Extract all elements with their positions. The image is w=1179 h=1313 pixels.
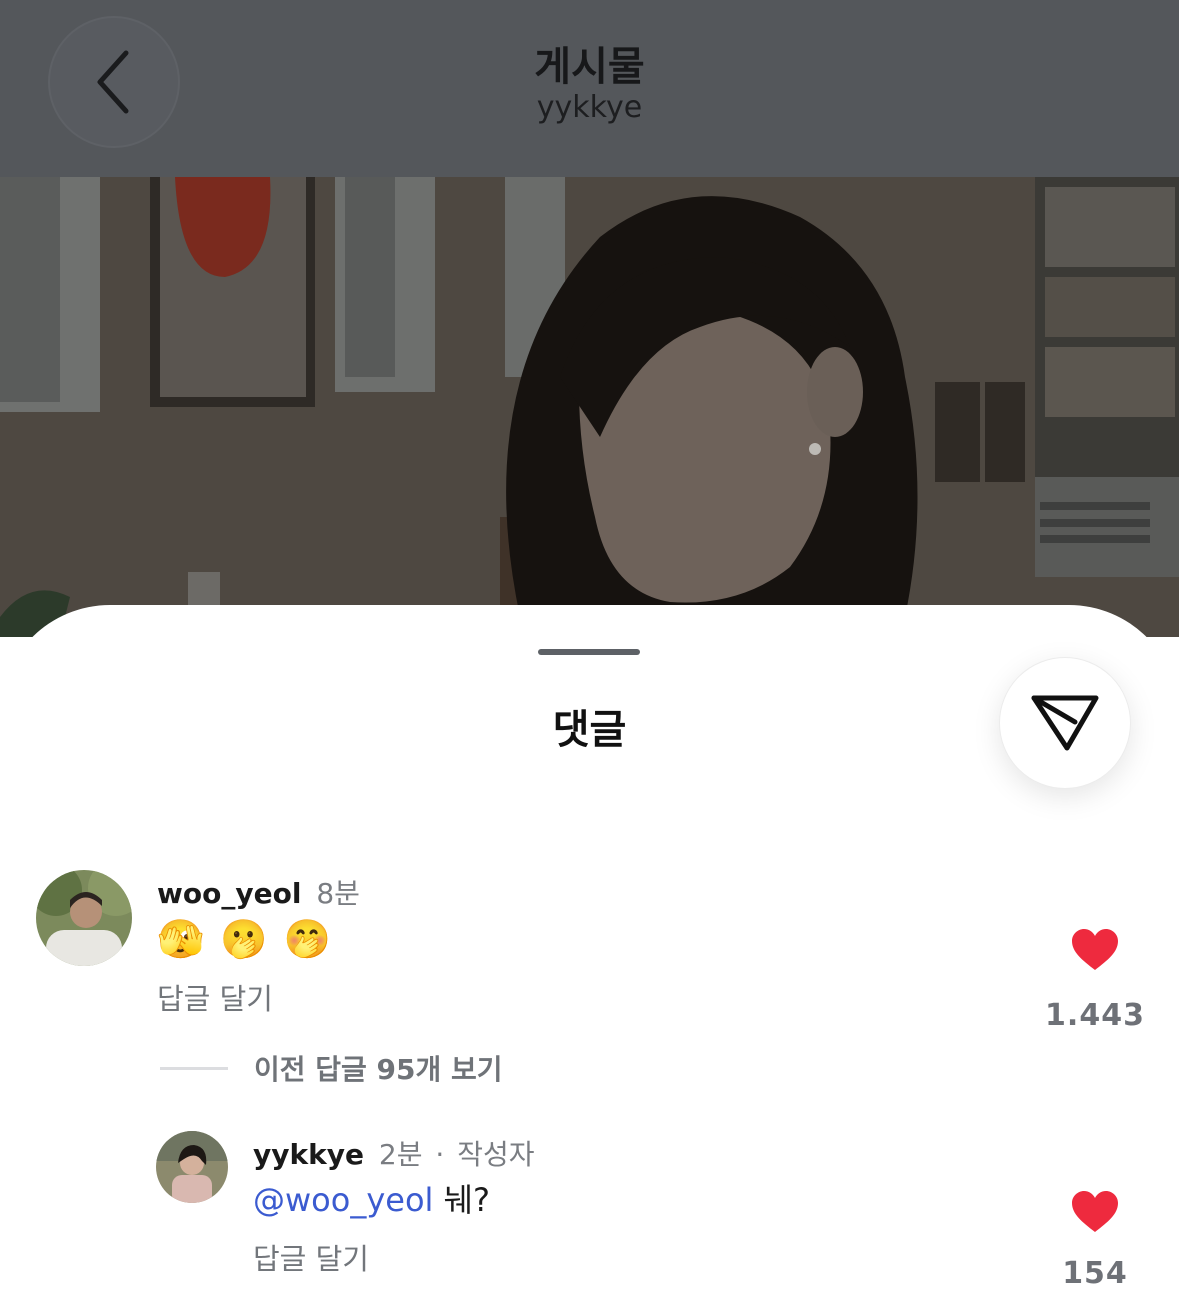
reply-username[interactable]: yykkye [253,1138,364,1171]
top-bar: 게시물 yykkye [0,0,1179,177]
comment-header: woo_yeol 8분 [157,872,360,912]
divider-line [160,1066,228,1070]
reply-body: 눼? [443,1181,491,1219]
like-group: 154 [1040,1190,1150,1291]
page-title: 게시물 [534,44,645,90]
post-photo[interactable] [0,177,1179,637]
post-image [0,177,1179,637]
view-replies-label: 이전 답글 95개 보기 [254,1053,503,1086]
avatar[interactable] [36,870,132,966]
like-group: 1.443 [1040,928,1150,1033]
like-count: 154 [1062,1256,1128,1291]
reply-text: @woo_yeol 눼? [253,1178,490,1222]
sheet-grabber[interactable] [538,649,640,655]
comment-text: 🫣 🫢 🤭 [157,917,334,961]
send-icon [1031,695,1099,751]
share-button[interactable] [999,657,1131,789]
heart-icon[interactable] [1070,1190,1120,1234]
heart-icon[interactable] [1070,928,1120,972]
like-count: 1.443 [1045,998,1145,1033]
separator-dot: · [435,1138,445,1171]
mention-link[interactable]: @woo_yeol [253,1181,433,1219]
reply-button[interactable]: 답글 달기 [253,1236,369,1278]
reply-time: 2분 [378,1138,423,1171]
view-previous-replies[interactable]: 이전 답글 95개 보기 [160,1048,503,1088]
comment-username[interactable]: woo_yeol [157,877,301,910]
page-subtitle: yykkye [536,90,643,125]
avatar[interactable] [156,1131,228,1203]
reply-button[interactable]: 답글 달기 [157,976,273,1018]
reply-header: yykkye 2분 · 작성자 [253,1133,534,1173]
comment-time: 8분 [316,877,360,910]
author-badge: 작성자 [457,1138,535,1171]
